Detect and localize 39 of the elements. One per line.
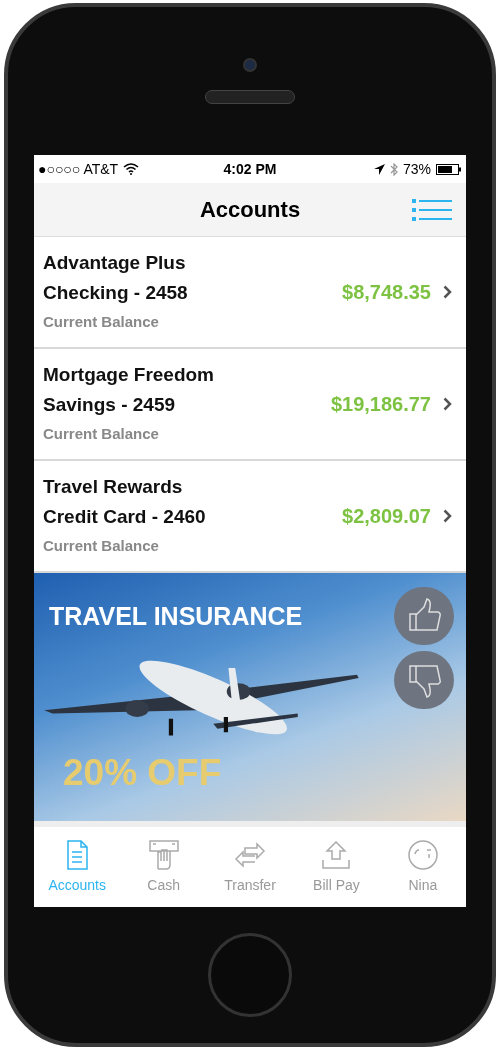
balance-caption: Current Balance xyxy=(43,424,160,444)
tab[interactable]: Accounts xyxy=(34,838,121,896)
thumbs-down-button[interactable] xyxy=(394,651,454,709)
tab[interactable]: Nina xyxy=(379,838,467,896)
balance-amount: $19,186.77 xyxy=(330,392,431,417)
balance-caption: Current Balance xyxy=(43,312,160,332)
account-number: Credit Card - 2460 xyxy=(43,505,207,529)
chevron-right-icon xyxy=(443,285,452,299)
carrier-text: ●○○○○ AT&T xyxy=(38,159,119,179)
balance-caption: Current Balance xyxy=(43,536,160,556)
hand-icon xyxy=(146,838,181,872)
screen-title: Accounts xyxy=(199,196,301,224)
tab[interactable]: Transfer xyxy=(206,838,294,896)
battery-percent: 73% xyxy=(403,159,431,179)
thumbs-down-icon xyxy=(406,662,442,698)
camera-icon xyxy=(243,58,257,72)
account-name: Travel Rewards xyxy=(43,475,184,499)
banner-headline: TRAVEL INSURANCE xyxy=(49,601,303,632)
account-number: Savings - 2459 xyxy=(43,393,177,417)
thumbs-up-icon xyxy=(406,598,442,634)
account-name: Advantage Plus xyxy=(43,251,187,275)
time-text: 4:02 PM xyxy=(223,159,277,179)
tab[interactable]: Cash xyxy=(120,838,207,896)
thumbs-up-button[interactable] xyxy=(394,587,454,645)
balance-amount: $2,809.07 xyxy=(342,504,431,529)
wifi-icon xyxy=(123,163,140,175)
location-arrow-icon xyxy=(374,163,385,175)
chevron-right-icon xyxy=(443,397,452,411)
balance-amount: $8,748.35 xyxy=(342,280,431,305)
tab[interactable]: Bill Pay xyxy=(293,838,380,896)
menu-button[interactable] xyxy=(412,199,452,221)
battery-icon xyxy=(436,163,462,175)
chevron-right-icon xyxy=(443,509,452,523)
face-icon xyxy=(405,838,440,872)
banner-offer: 20% OFF xyxy=(63,751,222,795)
account-number: Checking - 2458 xyxy=(43,281,189,305)
bluetooth-icon xyxy=(390,162,398,176)
promo-banner[interactable]: TRAVEL INSURANCE 20% OFF xyxy=(34,573,466,821)
account-name: Mortgage Freedom xyxy=(43,363,216,387)
